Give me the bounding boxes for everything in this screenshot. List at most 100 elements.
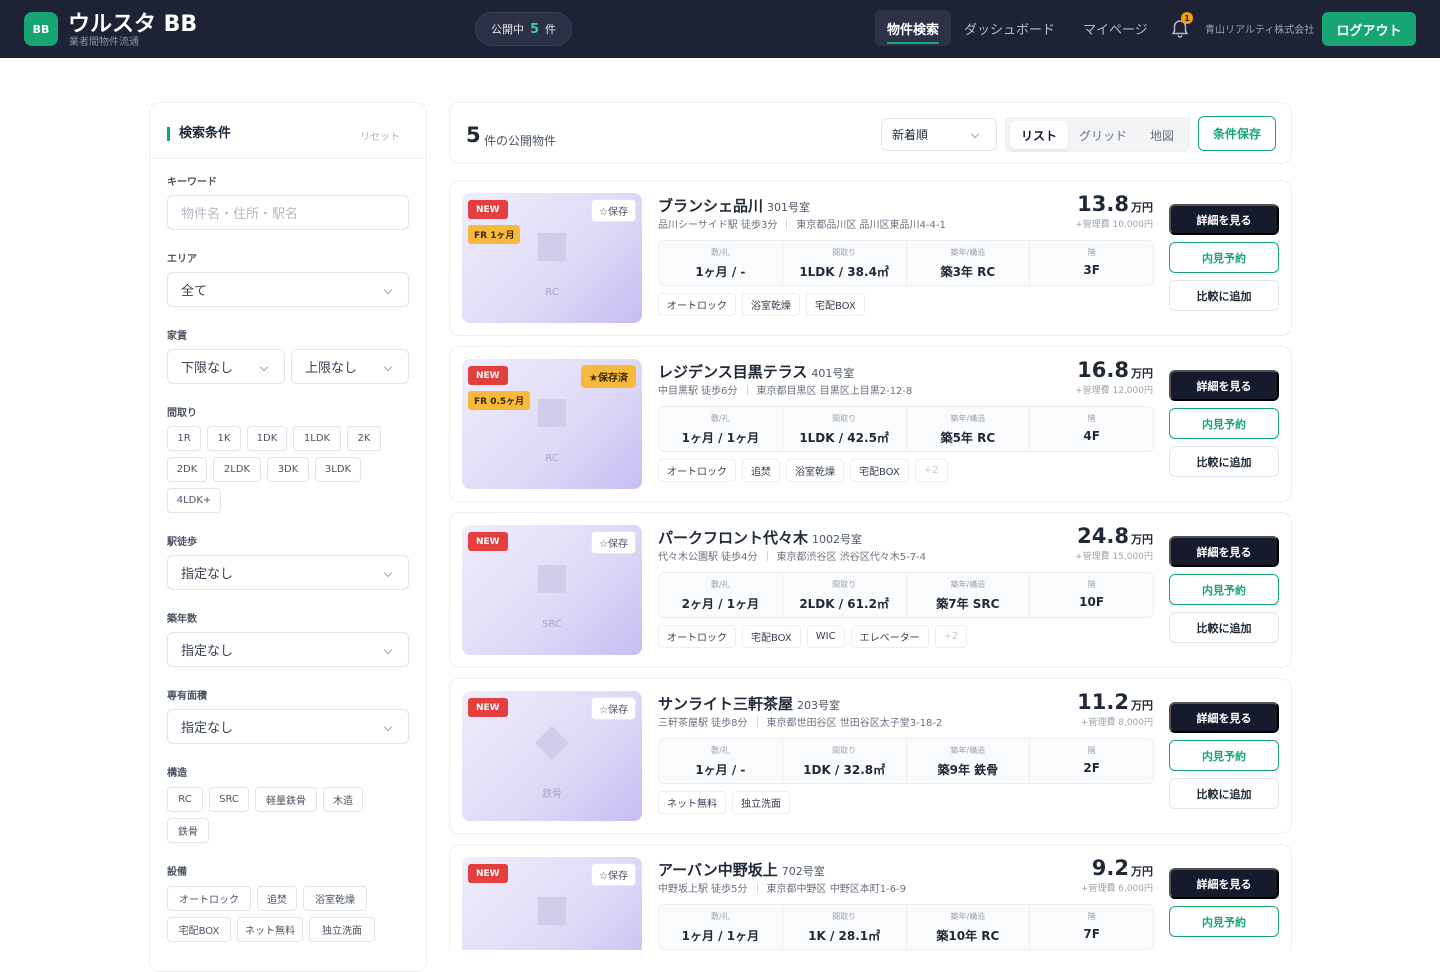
save-toggle[interactable]: ☆保存: [591, 863, 636, 886]
facility-chip[interactable]: 浴室乾燥: [303, 886, 367, 911]
results-toolbar: 5 件の公開物件 新着順 リスト グリッド 地図 条件保存: [449, 102, 1292, 164]
save-toggle[interactable]: ☆保存: [591, 697, 636, 720]
feature-tag: オートロック: [658, 625, 736, 648]
layout-chip[interactable]: 1LDK: [293, 426, 341, 451]
property-title[interactable]: アーバン中野坂上 702号室: [658, 859, 825, 880]
rent: 11.2 万円: [1077, 690, 1153, 714]
spec-table: 敷/礼 2ヶ月 / 1ヶ月 間取り 2LDK / 61.2㎡ 築年/構造 築7年 SR…: [658, 572, 1154, 618]
book-viewing-button[interactable]: 内見予約: [1169, 906, 1279, 937]
property-thumbnail[interactable]: RC NEW FR 1ヶ月 ☆保存: [462, 193, 642, 323]
property-thumbnail[interactable]: SRC NEW ☆保存: [462, 525, 642, 655]
nav-dashboard[interactable]: ダッシュボード: [964, 10, 1055, 46]
nav-property-search[interactable]: 物件検索: [875, 10, 951, 46]
add-to-compare-button[interactable]: 比較に追加: [1169, 778, 1279, 809]
layout-chip[interactable]: 1K: [207, 426, 241, 451]
reset-link[interactable]: リセット: [360, 128, 400, 143]
listing-card[interactable]: 鉄骨 NEW ☆保存 サンライト三軒茶屋 203号室 三軒茶屋駅 徒歩8分 東京都世…: [449, 678, 1292, 834]
add-to-compare-button[interactable]: 比較に追加: [1169, 446, 1279, 477]
spec-value: 2LDK / 61.2㎡: [799, 597, 889, 611]
view-details-button[interactable]: 詳細を見る: [1169, 868, 1279, 899]
book-viewing-button[interactable]: 内見予約: [1169, 242, 1279, 273]
spec-layout: 間取り 1DK / 32.8㎡: [783, 739, 907, 783]
tab-list[interactable]: リスト: [1010, 121, 1068, 149]
sort-select[interactable]: 新着順: [881, 118, 997, 151]
facility-chip[interactable]: 追焚: [257, 886, 297, 911]
rent-max-value: 上限なし: [305, 361, 358, 376]
layout-chip[interactable]: 2LDK: [213, 457, 261, 482]
nav-mypage[interactable]: マイページ: [1083, 10, 1148, 46]
free-rent-badge: FR 0.5ヶ月: [468, 391, 531, 410]
age-value: 指定なし: [181, 644, 234, 659]
area-value: 全て: [181, 284, 208, 299]
layout-chip[interactable]: 4LDK+: [167, 488, 221, 513]
save-toggle[interactable]: ★保存済: [581, 365, 636, 388]
facility-chip[interactable]: ネット無料: [237, 917, 303, 942]
save-toggle[interactable]: ☆保存: [591, 531, 636, 554]
listing-card[interactable]: RC NEW FR 0.5ヶ月 ★保存済 レジデンス目黒テラス 401号室 中目黒…: [449, 346, 1292, 502]
listing-card[interactable]: SRC NEW ☆保存 パークフロント代々木 1002号室 代々木公園駅 徒歩4分…: [449, 512, 1292, 668]
add-to-compare-button[interactable]: 比較に追加: [1169, 612, 1279, 643]
room-number: 702号室: [781, 865, 825, 878]
structure-chip[interactable]: 軽量鉄骨: [255, 787, 317, 812]
facility-chip[interactable]: 独立洗面: [309, 917, 375, 942]
spec-value: 築5年 RC: [940, 431, 996, 445]
view-details-button[interactable]: 詳細を見る: [1169, 702, 1279, 733]
property-thumbnail[interactable]: 鉄骨 NEW ☆保存: [462, 691, 642, 821]
more-tags-count[interactable]: +2: [914, 459, 948, 482]
layout-chip[interactable]: 1DK: [247, 426, 287, 451]
age-select[interactable]: 指定なし: [167, 632, 409, 667]
management-fee: +管理費 15,000円: [1075, 552, 1153, 562]
rent-min-select[interactable]: 下限なし: [167, 349, 285, 384]
property-thumbnail[interactable]: RC NEW FR 0.5ヶ月 ★保存済: [462, 359, 642, 489]
area-select[interactable]: 全て: [167, 272, 409, 307]
spec-value: 1ヶ月 / 1ヶ月: [681, 929, 760, 943]
keyword-input[interactable]: 物件名・住所・駅名: [167, 195, 409, 230]
property-title[interactable]: サンライト三軒茶屋 203号室: [658, 693, 840, 714]
structure-chip[interactable]: RC: [167, 787, 203, 812]
rent-amount: 9.2: [1091, 856, 1129, 880]
walk-select[interactable]: 指定なし: [167, 555, 409, 590]
more-tags-count[interactable]: +2: [934, 625, 968, 648]
book-viewing-button[interactable]: 内見予約: [1169, 408, 1279, 439]
layout-chip[interactable]: 3LDK: [315, 457, 361, 482]
listing-card[interactable]: RC NEW FR 1ヶ月 ☆保存 ブランシェ品川 301号室 品川シーサイド駅 …: [449, 180, 1292, 336]
view-details-button[interactable]: 詳細を見る: [1169, 370, 1279, 401]
new-badge: NEW: [468, 698, 508, 717]
tab-map[interactable]: 地図: [1138, 121, 1186, 149]
facility-chip[interactable]: 宅配BOX: [167, 917, 231, 942]
spec-label: 築年/構造: [950, 248, 986, 257]
add-to-compare-button[interactable]: 比較に追加: [1169, 280, 1279, 311]
listing-card[interactable]: NEW ☆保存 アーバン中野坂上 702号室 中野坂上駅 徒歩5分 東京都中野区 中…: [449, 844, 1292, 950]
spec-built: 築年/構造 築9年 鉄骨: [907, 739, 1031, 783]
spec-value: 2ヶ月 / 1ヶ月: [681, 597, 760, 611]
view-details-button[interactable]: 詳細を見る: [1169, 536, 1279, 567]
structure-chip[interactable]: 木造: [323, 787, 363, 812]
layout-chip[interactable]: 2K: [347, 426, 381, 451]
structure-chip[interactable]: 鉄骨: [167, 818, 209, 843]
facility-label: 設備: [167, 867, 187, 878]
result-count: 5: [466, 123, 481, 147]
app-logo[interactable]: BB: [24, 12, 58, 46]
logout-button[interactable]: ログアウト: [1322, 12, 1416, 46]
facility-chip[interactable]: オートロック: [167, 886, 251, 911]
property-title[interactable]: レジデンス目黒テラス 401号室: [658, 361, 854, 382]
save-toggle[interactable]: ☆保存: [591, 199, 636, 222]
area-size-select[interactable]: 指定なし: [167, 709, 409, 744]
property-title[interactable]: ブランシェ品川 301号室: [658, 195, 810, 216]
layout-chip[interactable]: 2DK: [167, 457, 207, 482]
view-details-button[interactable]: 詳細を見る: [1169, 204, 1279, 235]
property-thumbnail[interactable]: NEW ☆保存: [462, 857, 642, 950]
structure-chip[interactable]: SRC: [209, 787, 249, 812]
feature-tag: 宅配BOX: [850, 459, 909, 482]
rent-max-select[interactable]: 上限なし: [291, 349, 409, 384]
book-viewing-button[interactable]: 内見予約: [1169, 740, 1279, 771]
feature-tag: WIC: [806, 625, 845, 648]
property-name: アーバン中野坂上: [658, 861, 778, 879]
property-title[interactable]: パークフロント代々木 1002号室: [658, 527, 862, 548]
layout-chip[interactable]: 3DK: [267, 457, 309, 482]
address: 東京都中野区 中野区本町1-6-9: [766, 884, 907, 895]
tab-grid[interactable]: グリッド: [1074, 121, 1132, 149]
layout-chip[interactable]: 1R: [167, 426, 201, 451]
book-viewing-button[interactable]: 内見予約: [1169, 574, 1279, 605]
save-conditions-button[interactable]: 条件保存: [1198, 116, 1276, 151]
